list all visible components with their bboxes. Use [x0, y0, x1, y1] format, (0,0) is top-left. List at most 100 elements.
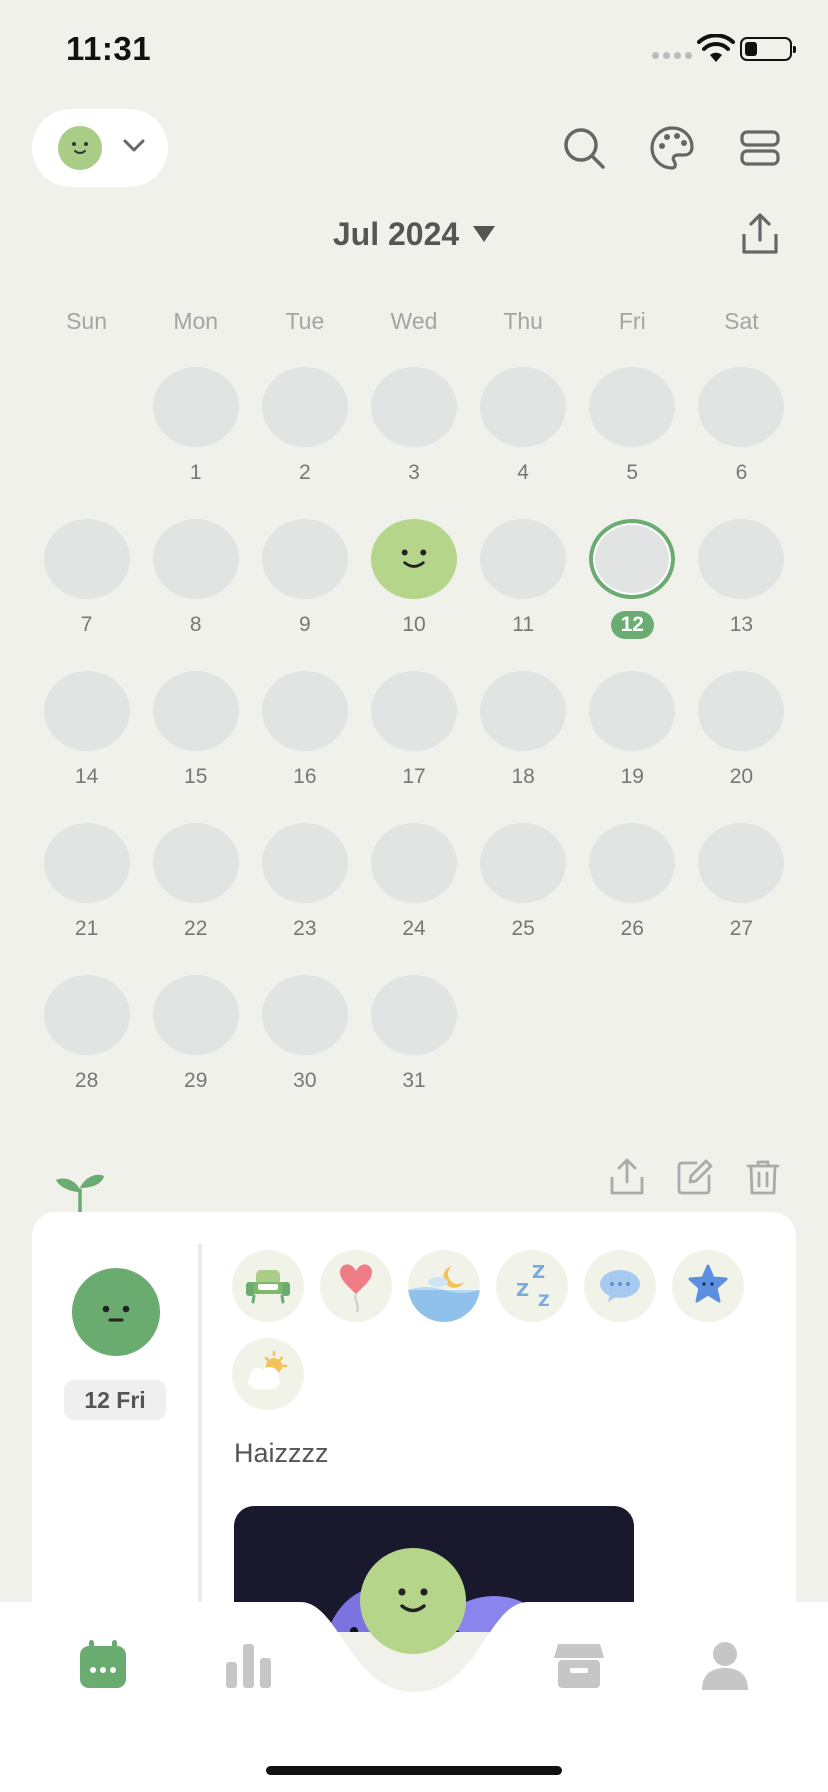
share-entry-icon[interactable] — [608, 1158, 646, 1196]
day-number: 5 — [626, 461, 639, 484]
search-icon[interactable] — [560, 124, 608, 172]
calendar-day[interactable]: 19 — [578, 671, 687, 791]
night-sea-icon — [408, 1250, 480, 1322]
store-tab-icon[interactable] — [552, 1638, 606, 1692]
calendar-day[interactable]: 9 — [250, 519, 359, 639]
day-number: 19 — [620, 765, 644, 788]
mood-placeholder[interactable] — [480, 823, 567, 903]
calendar-day[interactable]: 13 — [687, 519, 796, 639]
calendar-day[interactable]: 10 — [359, 519, 468, 639]
calendar-day[interactable]: 14 — [32, 671, 141, 791]
mood-placeholder[interactable] — [480, 671, 567, 751]
calendar-day[interactable]: 3 — [359, 367, 468, 487]
calendar-day[interactable]: 20 — [687, 671, 796, 791]
calendar-day[interactable]: 29 — [141, 975, 250, 1095]
profile-tab-icon[interactable] — [698, 1638, 752, 1692]
calendar-day[interactable]: 5 — [578, 367, 687, 487]
mood-placeholder[interactable] — [261, 367, 348, 447]
chevron-down-icon — [123, 139, 145, 152]
month-picker[interactable]: Jul 2024 — [0, 216, 828, 253]
month-label[interactable]: Jul 2024 — [333, 216, 459, 252]
calendar-day[interactable]: 16 — [250, 671, 359, 791]
mood-placeholder[interactable] — [698, 671, 785, 751]
calendar-day[interactable]: 24 — [359, 823, 468, 943]
mood-placeholder[interactable] — [370, 823, 457, 903]
calendar-day[interactable]: 21 — [32, 823, 141, 943]
mood-placeholder[interactable] — [43, 975, 130, 1055]
day-number: 8 — [189, 613, 202, 636]
palette-icon[interactable] — [648, 124, 696, 172]
calendar-day[interactable]: 23 — [250, 823, 359, 943]
mood-placeholder[interactable] — [152, 519, 239, 599]
delete-entry-icon[interactable] — [744, 1158, 782, 1196]
mood-placeholder[interactable] — [261, 823, 348, 903]
weekday-label: Thu — [503, 308, 543, 334]
calendar-tab-icon[interactable] — [76, 1638, 130, 1692]
mood-placeholder[interactable] — [43, 519, 130, 599]
calendar-day[interactable]: 25 — [469, 823, 578, 943]
edit-entry-icon[interactable] — [676, 1158, 714, 1196]
mood-placeholder[interactable] — [261, 671, 348, 751]
day-number: 11 — [512, 613, 535, 636]
calendar-day[interactable]: 22 — [141, 823, 250, 943]
mood-placeholder[interactable] — [261, 519, 348, 599]
happy-mood-icon[interactable] — [370, 519, 457, 599]
mood-placeholder[interactable] — [698, 823, 785, 903]
mood-placeholder[interactable] — [698, 519, 785, 599]
wifi-icon — [697, 34, 735, 62]
today-day-number: 12 — [610, 611, 654, 639]
add-mood-button[interactable] — [360, 1548, 466, 1654]
calendar-day[interactable]: 30 — [250, 975, 359, 1095]
calendar-day[interactable]: 6 — [687, 367, 796, 487]
mood-placeholder[interactable] — [370, 671, 457, 751]
battery-icon — [740, 37, 796, 61]
sprout-icon — [56, 1174, 104, 1214]
layout-toggle-icon[interactable] — [736, 124, 784, 172]
mood-placeholder[interactable] — [152, 671, 239, 751]
calendar-day[interactable]: 17 — [359, 671, 468, 791]
day-number: 14 — [74, 765, 99, 788]
day-number: 10 — [402, 613, 426, 636]
calendar-day[interactable]: 26 — [578, 823, 687, 943]
mood-placeholder[interactable] — [370, 975, 457, 1055]
mood-placeholder[interactable] — [152, 975, 239, 1055]
mood-placeholder[interactable] — [43, 823, 130, 903]
caret-down-icon — [473, 226, 496, 242]
status-bar: 11:31 — [0, 0, 828, 100]
mood-placeholder[interactable] — [480, 367, 567, 447]
mood-placeholder[interactable] — [698, 367, 785, 447]
day-number: 25 — [511, 917, 535, 940]
day-number: 3 — [408, 461, 420, 484]
calendar-day[interactable]: 28 — [32, 975, 141, 1095]
mood-placeholder[interactable] — [589, 671, 676, 751]
calendar-day[interactable]: 8 — [141, 519, 250, 639]
share-icon[interactable] — [738, 212, 782, 256]
mood-placeholder[interactable] — [43, 671, 130, 751]
calendar-day-today[interactable]: 12 — [578, 519, 687, 639]
today-mood-placeholder[interactable] — [589, 519, 676, 599]
calendar-day[interactable]: 15 — [141, 671, 250, 791]
weekday-label: Wed — [390, 308, 438, 334]
calendar-day[interactable]: 27 — [687, 823, 796, 943]
mood-placeholder[interactable] — [370, 367, 457, 447]
calendar-day[interactable]: 18 — [469, 671, 578, 791]
calendar-day[interactable]: 11 — [469, 519, 578, 639]
calendar-day[interactable]: 2 — [250, 367, 359, 487]
calendar-day[interactable]: 1 — [141, 367, 250, 487]
day-number: 6 — [735, 461, 748, 484]
mood-placeholder[interactable] — [480, 519, 567, 599]
day-number: 23 — [293, 917, 317, 940]
day-number: 4 — [517, 461, 529, 484]
day-number: 2 — [299, 461, 311, 484]
day-number: 31 — [402, 1069, 426, 1092]
stats-tab-icon[interactable] — [222, 1638, 276, 1692]
calendar-day[interactable]: 4 — [469, 367, 578, 487]
mood-placeholder[interactable] — [261, 975, 348, 1055]
mood-placeholder[interactable] — [589, 823, 676, 903]
calendar-day[interactable]: 7 — [32, 519, 141, 639]
calendar-day[interactable]: 31 — [359, 975, 468, 1095]
mood-set-switcher[interactable] — [32, 109, 168, 187]
mood-placeholder[interactable] — [152, 367, 239, 447]
mood-placeholder[interactable] — [589, 367, 676, 447]
mood-placeholder[interactable] — [152, 823, 239, 903]
